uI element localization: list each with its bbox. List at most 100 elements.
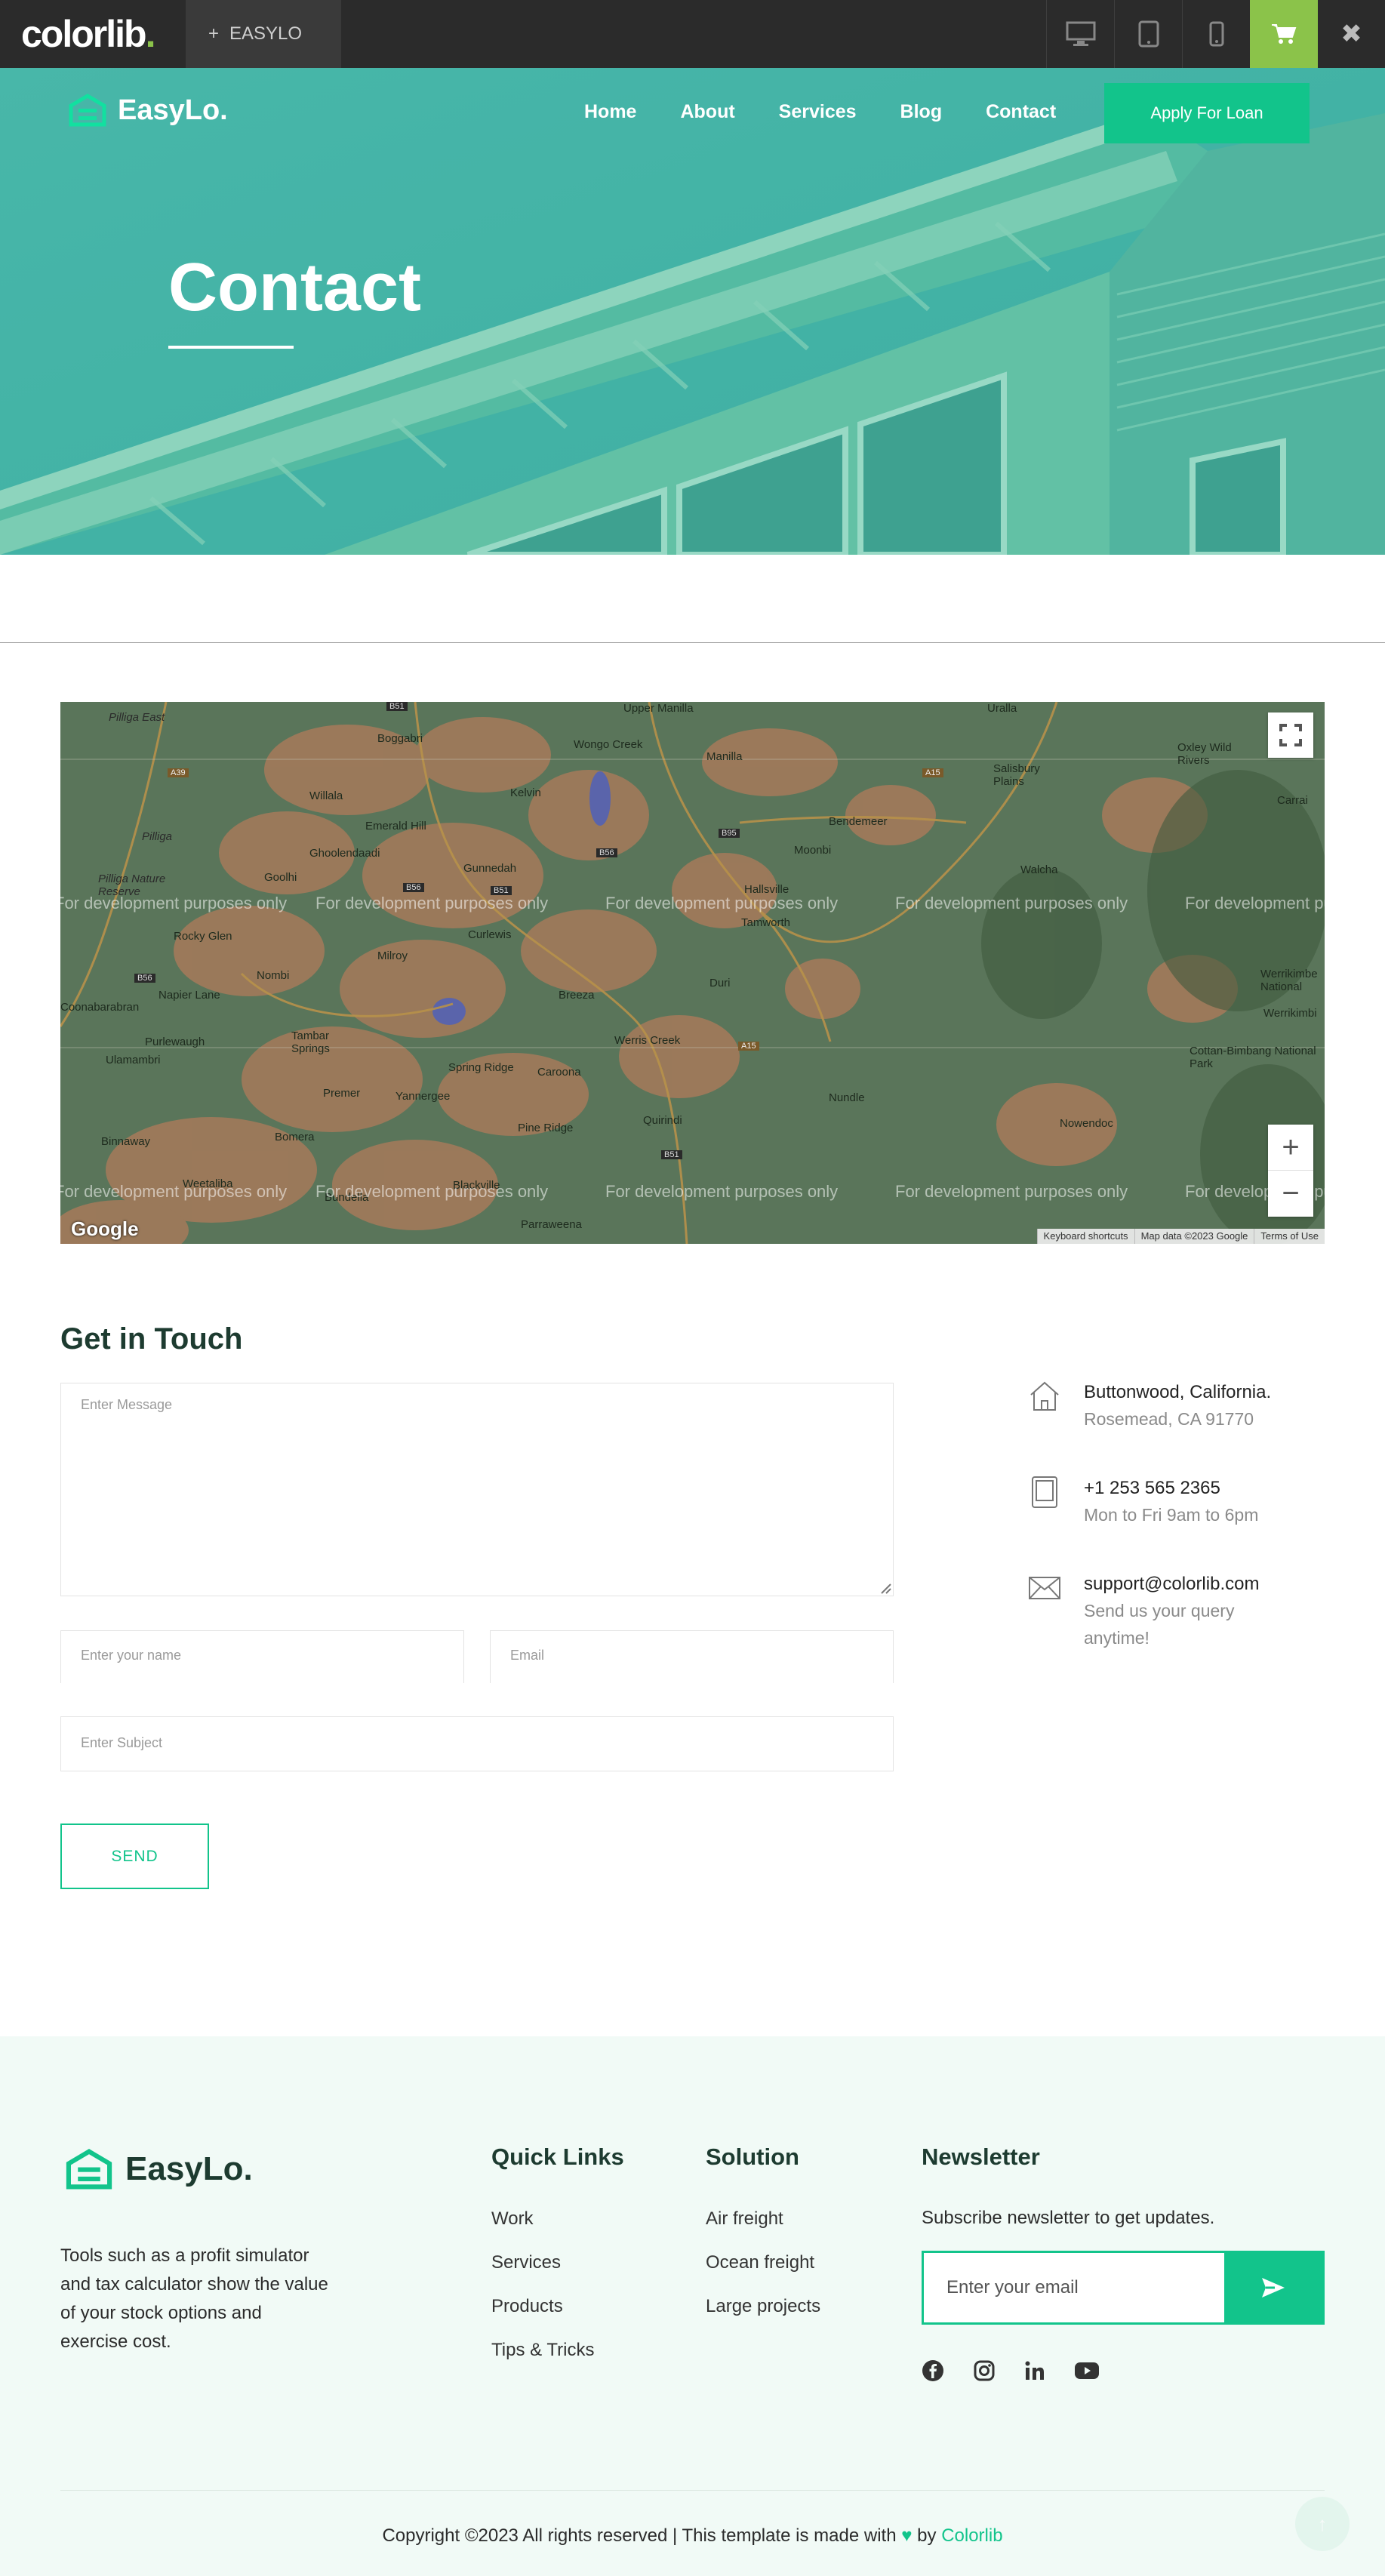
send-button[interactable]: SEND (60, 1824, 209, 1889)
road-badge: B51 (386, 702, 408, 711)
social-links (922, 2359, 1100, 2382)
project-tab[interactable]: + EASYLO (186, 0, 341, 68)
section-divider (0, 642, 1385, 643)
map-place-label: Willala (309, 789, 343, 802)
dev-watermark: For development purposes only (895, 894, 1128, 913)
footer-link-products[interactable]: Products (491, 2296, 563, 2317)
road-badge: A39 (168, 768, 189, 777)
footer-link-work[interactable]: Work (491, 2208, 534, 2230)
tablet-icon (1028, 1476, 1061, 1509)
nav-about[interactable]: About (680, 101, 734, 123)
map-place-label: Werrikimbi (1263, 1007, 1317, 1020)
dev-watermark: For development purposes only (895, 1182, 1128, 1201)
fullscreen-icon (1279, 724, 1302, 746)
road-badge: A15 (738, 1042, 759, 1051)
map-place-label: Pilliga (142, 830, 173, 843)
map-place-label: Werris Creek (614, 1034, 681, 1047)
support-email[interactable]: support@colorlib.com (1084, 1571, 1259, 1597)
road-badge: B56 (134, 974, 155, 983)
footer-link-air-freight[interactable]: Air freight (706, 2208, 783, 2230)
resize-handle-icon (881, 1583, 891, 1594)
name-input[interactable]: Enter your name (60, 1630, 464, 1683)
zoom-in-button[interactable]: + (1268, 1125, 1313, 1171)
newsletter-placeholder: Enter your email (946, 2277, 1079, 2297)
close-icon: ✖ (1340, 20, 1362, 48)
nav-services[interactable]: Services (779, 101, 857, 123)
facebook-icon[interactable] (922, 2359, 944, 2382)
mobile-icon (1209, 21, 1223, 47)
footer-link-large-projects[interactable]: Large projects (706, 2296, 820, 2317)
map-place-label: Rocky Glen (174, 930, 232, 943)
site-logo[interactable]: EasyLo. (68, 94, 228, 127)
map-place-label: Walcha (1020, 863, 1058, 876)
footer-divider (60, 2490, 1325, 2491)
back-to-top-button[interactable]: ↑ (1295, 2497, 1350, 2551)
subject-placeholder: Enter Subject (81, 1735, 163, 1750)
main-navbar: EasyLo. Home About Services Blog Contact… (0, 68, 1385, 158)
email-note-line1: Send us your query (1084, 1601, 1235, 1620)
email-placeholder: Email (510, 1648, 545, 1663)
footer-description-line: of your stock options and (60, 2303, 262, 2323)
colorlib-link[interactable]: Colorlib (941, 2525, 1002, 2546)
map-place-label: Oxley Wild Rivers (1177, 741, 1232, 767)
map-fullscreen-button[interactable] (1268, 712, 1313, 758)
desktop-icon (1066, 21, 1095, 46)
map-place-label: Curlewis (468, 928, 512, 941)
map-place-label: Bomera (275, 1131, 315, 1143)
contact-form-title: Get in Touch (60, 1322, 243, 1356)
footer-logo[interactable]: EasyLo. (65, 2148, 253, 2190)
message-placeholder: Enter Message (81, 1397, 173, 1412)
desktop-view-button[interactable] (1046, 0, 1114, 68)
house-logo-icon (69, 94, 106, 127)
subject-input[interactable]: Enter Subject (60, 1716, 894, 1771)
map-place-label: Gunnedah (463, 862, 517, 875)
map-place-label: Wongo Creek (574, 738, 643, 751)
colorlib-logo-dot: . (145, 13, 156, 55)
plus-icon: + (208, 23, 220, 44)
road-badge: B56 (596, 848, 617, 857)
road-badge: B56 (403, 883, 424, 892)
tablet-view-button[interactable] (1114, 0, 1182, 68)
map-place-label: Pine Ridge (518, 1122, 574, 1134)
newsletter-email-input[interactable]: Enter your email (924, 2253, 1224, 2322)
contact-address: Buttonwood, California. Rosemead, CA 917… (1028, 1380, 1271, 1433)
tablet-icon (1138, 20, 1159, 48)
project-tab-label: EASYLO (229, 23, 303, 44)
keyboard-shortcuts-link[interactable]: Keyboard shortcuts (1036, 1229, 1134, 1244)
nav-home[interactable]: Home (584, 101, 636, 123)
apply-for-loan-button[interactable]: Apply For Loan (1104, 83, 1310, 143)
nav-blog[interactable]: Blog (900, 101, 943, 123)
zoom-out-button[interactable]: − (1268, 1171, 1313, 1216)
map-place-label: Bendemeer (829, 815, 888, 828)
heart-icon: ♥ (901, 2525, 913, 2546)
nav-contact[interactable]: Contact (986, 101, 1056, 123)
terms-of-use-link[interactable]: Terms of Use (1254, 1229, 1325, 1244)
footer-brand-name: EasyLo. (125, 2150, 253, 2187)
linkedin-icon[interactable] (1024, 2360, 1045, 2381)
footer-link-tips-tricks[interactable]: Tips & Tricks (491, 2340, 594, 2361)
site-brand-name: EasyLo. (118, 94, 228, 126)
footer-link-services[interactable]: Services (491, 2252, 561, 2273)
youtube-icon[interactable] (1074, 2361, 1100, 2381)
copyright-text: Copyright ©2023 All rights reserved | Th… (0, 2525, 1385, 2547)
buy-cart-button[interactable] (1250, 0, 1318, 68)
dev-watermark: For development purposes only (605, 894, 839, 913)
preview-topbar: colorlib. + EASYLO ✖ (0, 0, 1385, 68)
send-arrow-icon (1262, 2278, 1285, 2297)
instagram-icon[interactable] (973, 2359, 996, 2382)
message-textarea[interactable]: Enter Message (60, 1383, 894, 1596)
newsletter-submit-button[interactable] (1224, 2253, 1322, 2322)
footer-link-ocean-freight[interactable]: Ocean freight (706, 2252, 814, 2273)
google-map[interactable]: Pilliga East Boggabri Upper Manilla Ural… (60, 702, 1325, 1244)
arrow-up-icon: ↑ (1317, 2512, 1328, 2535)
dev-watermark: For development purposes only (315, 894, 549, 913)
road-badge: B95 (719, 829, 740, 838)
map-place-label: Werrikimbe National (1260, 968, 1318, 993)
cart-icon (1272, 24, 1297, 44)
colorlib-logo[interactable]: colorlib. (0, 0, 186, 68)
email-input[interactable]: Email (490, 1630, 894, 1683)
phone-number[interactable]: +1 253 565 2365 (1084, 1476, 1258, 1501)
map-place-label: Pilliga East (109, 711, 165, 724)
close-preview-button[interactable]: ✖ (1318, 0, 1385, 68)
mobile-view-button[interactable] (1182, 0, 1250, 68)
